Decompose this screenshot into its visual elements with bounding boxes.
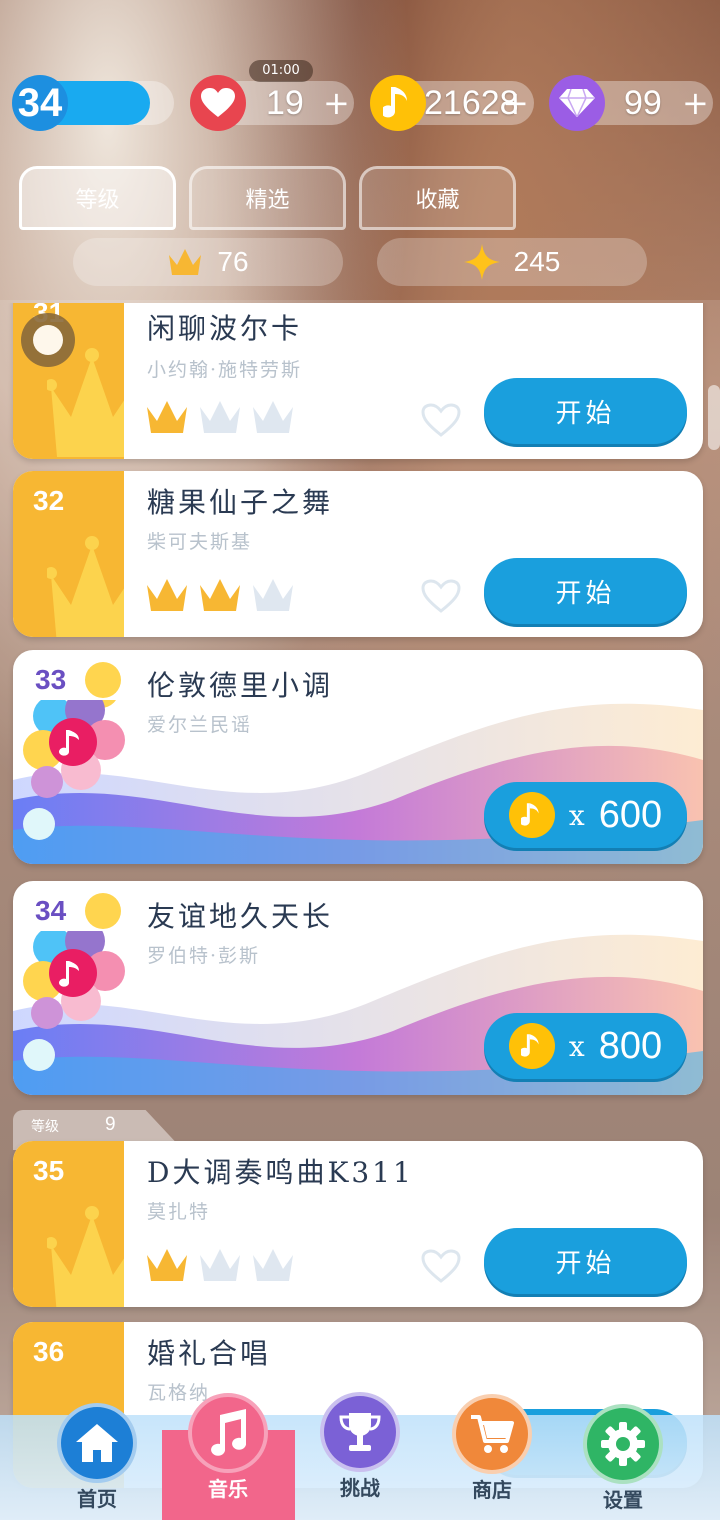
crown-empty-icon [200, 401, 240, 433]
song-card[interactable]: 31 闲聊波尔卡 小约翰·施特劳斯 开始 [13, 303, 703, 459]
song-list[interactable]: 31 闲聊波尔卡 小约翰·施特劳斯 开始 32 糖果仙子之舞 柴可夫斯基 开始 [0, 303, 720, 1520]
crown-earned-icon [147, 401, 187, 433]
add-coins-button[interactable]: + [502, 81, 529, 125]
crown-panel: 35 [13, 1141, 124, 1307]
unlock-price: 800 [598, 1024, 663, 1067]
nav-settings-label: 设置 [603, 1488, 643, 1512]
multiply-sign: x [568, 798, 585, 832]
cart-icon [452, 1394, 532, 1474]
lives-timer: 01:00 [249, 60, 313, 82]
flower-badge-icon [23, 672, 133, 840]
add-gems-button[interactable]: + [682, 81, 709, 125]
song-title: 婚礼合唱 [147, 1337, 272, 1370]
diamond-icon [549, 75, 605, 131]
nav-home-label: 首页 [77, 1487, 117, 1511]
multiply-sign: x [568, 1029, 585, 1063]
favorite-heart-icon[interactable] [421, 1249, 461, 1283]
gems-count: 99 [624, 84, 662, 122]
song-title: 友谊地久天长 [147, 900, 334, 933]
level-badge[interactable]: 34 [12, 75, 68, 131]
song-card[interactable]: 35 D大调奏鸣曲K311 莫扎特 开始 [13, 1141, 703, 1307]
song-author: 莫扎特 [147, 1201, 211, 1223]
stars-stat: 245 [377, 238, 647, 286]
music-note-coin-icon [370, 75, 426, 131]
flower-badge-icon [23, 921, 133, 1071]
star-sparkle-icon [463, 244, 500, 280]
big-crown-icon [47, 1206, 124, 1307]
nav-music[interactable]: 音乐 [183, 1393, 273, 1502]
crown-earned-icon [147, 579, 187, 611]
home-icon [57, 1403, 137, 1483]
song-author: 罗伯特·彭斯 [147, 945, 261, 967]
heart-icon [190, 75, 246, 131]
lives-count: 19 [266, 84, 304, 122]
crown-empty-icon [200, 1249, 240, 1281]
unlock-with-coins-button[interactable]: x 800 [484, 1013, 687, 1079]
crown-icon [167, 247, 203, 277]
scrollbar-thumb[interactable] [708, 385, 720, 450]
nav-home[interactable]: 首页 [52, 1403, 142, 1512]
nav-music-label: 音乐 [208, 1477, 248, 1501]
start-button[interactable]: 开始 [484, 558, 687, 624]
tab-level[interactable]: 等级 [19, 166, 176, 230]
song-title: 糖果仙子之舞 [147, 486, 334, 519]
start-button[interactable]: 开始 [484, 1228, 687, 1294]
locked-song-card[interactable]: 34 友谊地久天长 罗伯特·彭斯 x 800 [13, 881, 703, 1095]
song-title: 闲聊波尔卡 [147, 312, 303, 345]
crown-empty-icon [253, 1249, 293, 1281]
crown-empty-icon [253, 401, 293, 433]
record-toggle[interactable] [21, 313, 75, 367]
crown-panel: 32 [13, 471, 124, 637]
unlock-with-coins-button[interactable]: x 600 [484, 782, 687, 848]
favorite-heart-icon[interactable] [421, 579, 461, 613]
song-number: 32 [33, 485, 65, 516]
sun-dot-icon [85, 662, 121, 698]
crown-rating [145, 575, 295, 615]
start-button[interactable]: 开始 [484, 378, 687, 444]
song-author: 爱尔兰民谣 [147, 714, 253, 736]
favorite-heart-icon[interactable] [421, 403, 461, 437]
music-note-coin-icon [508, 792, 555, 838]
gear-icon [583, 1404, 663, 1484]
nav-settings[interactable]: 设置 [578, 1404, 668, 1513]
song-author: 小约翰·施特劳斯 [147, 359, 303, 381]
crown-earned-icon [200, 579, 240, 611]
song-title: D大调奏鸣曲K311 [147, 1156, 414, 1189]
stars-count: 245 [513, 246, 561, 277]
crown-empty-icon [253, 579, 293, 611]
crowns-count: 76 [217, 246, 249, 277]
nav-challenge[interactable]: 挑战 [315, 1392, 405, 1501]
nav-shop-label: 商店 [472, 1478, 512, 1502]
crown-earned-icon [147, 1249, 187, 1281]
song-card[interactable]: 32 糖果仙子之舞 柴可夫斯基 开始 [13, 471, 703, 637]
crown-rating [145, 1245, 295, 1285]
big-crown-icon [47, 536, 124, 637]
section-level: 9 [105, 1114, 116, 1135]
nav-shop[interactable]: 商店 [447, 1394, 537, 1503]
song-title: 伦敦德里小调 [147, 669, 334, 702]
tab-featured[interactable]: 精选 [189, 166, 346, 230]
section-label: 等级 [31, 1119, 59, 1135]
sun-dot-icon [85, 893, 121, 929]
song-number: 33 [35, 664, 67, 695]
unlock-price: 600 [598, 793, 663, 836]
crowns-stat: 76 [73, 238, 343, 286]
crown-rating [145, 397, 295, 437]
locked-song-card[interactable]: 33 伦敦德里小调 爱尔兰民谣 x 600 [13, 650, 703, 864]
song-author: 柴可夫斯基 [147, 531, 253, 553]
nav-challenge-label: 挑战 [340, 1476, 380, 1500]
tab-favorites[interactable]: 收藏 [359, 166, 516, 230]
music-note-coin-icon [508, 1023, 555, 1069]
music-icon [188, 1393, 268, 1473]
song-number: 35 [33, 1155, 65, 1186]
add-lives-button[interactable]: + [323, 81, 350, 125]
song-number: 36 [33, 1336, 65, 1367]
trophy-icon [320, 1392, 400, 1472]
song-number: 34 [35, 895, 67, 926]
